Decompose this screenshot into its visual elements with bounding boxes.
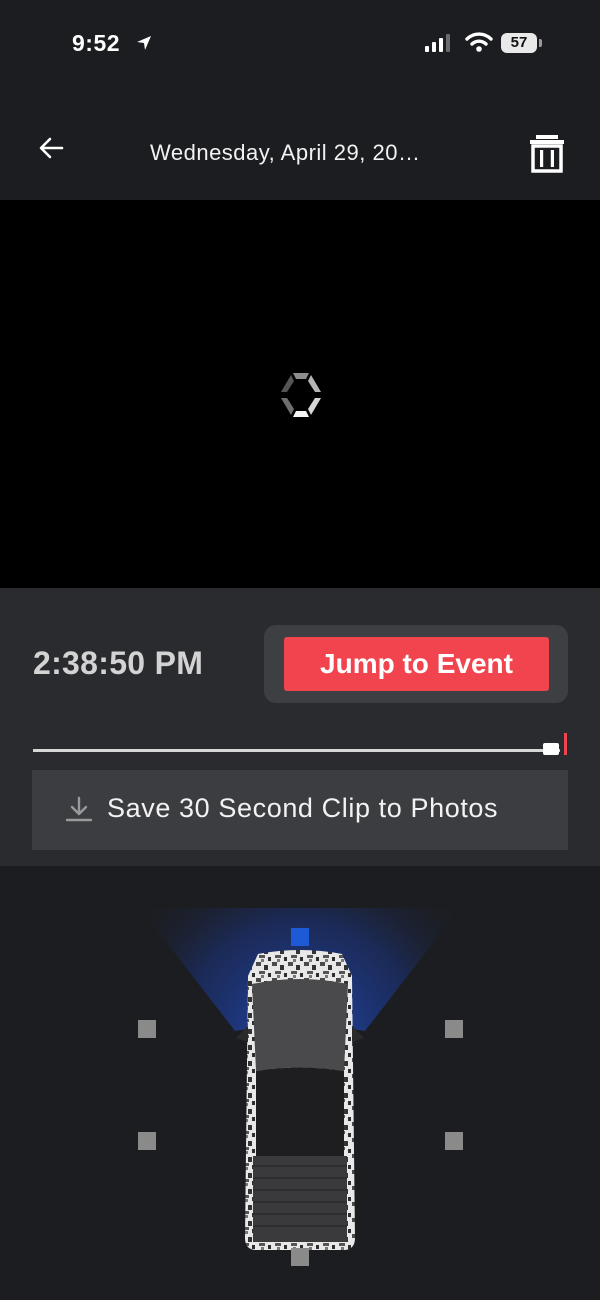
save-clip-button[interactable]: Save 30 Second Clip to Photos	[32, 770, 568, 850]
arrow-left-icon[interactable]	[36, 132, 68, 164]
location-arrow-icon	[137, 36, 151, 50]
vehicle-top-view	[236, 950, 364, 1250]
trash-icon[interactable]	[528, 133, 566, 173]
hexagon-spinner-icon	[281, 373, 321, 417]
download-icon	[65, 796, 93, 822]
camera-indicator	[138, 1020, 156, 1038]
status-time: 9:52	[72, 30, 121, 56]
battery-indicator: 57	[501, 33, 537, 53]
jump-to-event-container: Jump to Event	[264, 625, 568, 703]
wifi-icon	[465, 32, 493, 52]
timeline-scrubber[interactable]	[33, 749, 560, 752]
playback-controls: 2:38:50 PM Jump to Event Save 30 Second …	[0, 588, 600, 866]
scrubber-handle[interactable]	[543, 743, 559, 755]
save-clip-label: Save 30 Second Clip to Photos	[107, 793, 499, 823]
camera-view-diagram	[0, 866, 600, 1300]
camera-indicator	[445, 1020, 463, 1038]
cellular-signal-icon	[425, 34, 450, 52]
page-title: Wednesday, April 29, 20…	[150, 140, 421, 165]
status-bar: 9:52 57	[0, 0, 600, 90]
vehicle-camera-diagram	[138, 908, 463, 1266]
top-nav-header: Wednesday, April 29, 20…	[0, 90, 600, 200]
battery-cap	[539, 39, 542, 47]
camera-indicator	[445, 1132, 463, 1150]
clip-timestamp: 2:38:50 PM	[33, 645, 204, 681]
jump-to-event-button[interactable]: Jump to Event	[284, 637, 549, 691]
rear-camera-indicator	[291, 1248, 309, 1266]
camera-indicator	[138, 1132, 156, 1150]
front-camera-indicator	[291, 928, 309, 946]
event-marker	[564, 733, 567, 755]
